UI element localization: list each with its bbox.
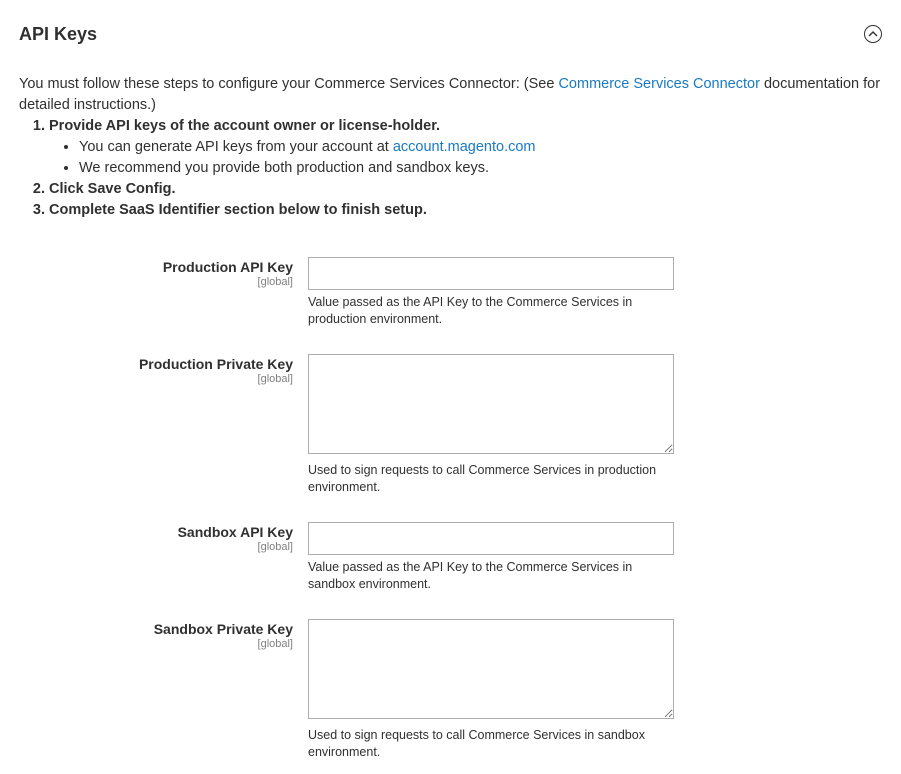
step-item: Provide API keys of the account owner or… bbox=[49, 116, 889, 179]
step-label: Provide API keys of the account owner or… bbox=[49, 118, 441, 134]
production-api-key-input[interactable] bbox=[308, 257, 674, 290]
sandbox-private-key-label: Sandbox Private Key bbox=[153, 621, 293, 637]
scope-label: [global] bbox=[257, 541, 293, 553]
substep-text: We recommend you provide both production… bbox=[79, 160, 490, 176]
production-private-key-label: Production Private Key bbox=[138, 356, 293, 372]
section-header[interactable]: API Keys bbox=[19, 22, 885, 48]
production-private-key-textarea[interactable] bbox=[308, 354, 674, 454]
sandbox-private-key-textarea[interactable] bbox=[308, 619, 674, 719]
instructions: You must follow these steps to configure… bbox=[19, 74, 889, 221]
substep-text: You can generate API keys from your acco… bbox=[79, 139, 393, 155]
step-label: Click Save Config. bbox=[49, 181, 176, 197]
sandbox-private-key-note: Used to sign requests to call Commerce S… bbox=[308, 728, 645, 759]
intro-text-before: You must follow these steps to configure… bbox=[19, 76, 559, 92]
production-api-key-note: Value passed as the API Key to the Comme… bbox=[308, 295, 633, 326]
sandbox-api-key-note: Value passed as the API Key to the Comme… bbox=[308, 560, 633, 591]
substep-item: You can generate API keys from your acco… bbox=[79, 137, 889, 158]
setup-steps: Provide API keys of the account owner or… bbox=[19, 116, 889, 221]
account-magento-link[interactable]: account.magento.com bbox=[393, 139, 536, 155]
step-item: Complete SaaS Identifier section below t… bbox=[49, 200, 889, 221]
api-keys-config-page: API Keys You must follow these steps to … bbox=[0, 0, 901, 774]
intro-paragraph: You must follow these steps to configure… bbox=[19, 74, 889, 116]
scope-label: [global] bbox=[257, 373, 293, 385]
production-api-key-label: Production API Key bbox=[162, 259, 293, 275]
production-private-key-note: Used to sign requests to call Commerce S… bbox=[308, 463, 657, 494]
step-label: Complete SaaS Identifier section below t… bbox=[49, 202, 427, 218]
substep-list: You can generate API keys from your acco… bbox=[49, 137, 889, 179]
scope-label: [global] bbox=[257, 276, 293, 288]
commerce-services-connector-link[interactable]: Commerce Services Connector bbox=[558, 76, 759, 92]
section-title[interactable]: API Keys bbox=[19, 22, 97, 46]
sandbox-api-key-input[interactable] bbox=[308, 522, 674, 555]
substep-item: We recommend you provide both production… bbox=[79, 158, 889, 179]
step-item: Click Save Config. bbox=[49, 179, 889, 200]
sandbox-api-key-label: Sandbox API Key bbox=[177, 524, 293, 540]
chevron-up-circle-icon[interactable] bbox=[864, 25, 882, 43]
scope-label: [global] bbox=[257, 638, 293, 650]
